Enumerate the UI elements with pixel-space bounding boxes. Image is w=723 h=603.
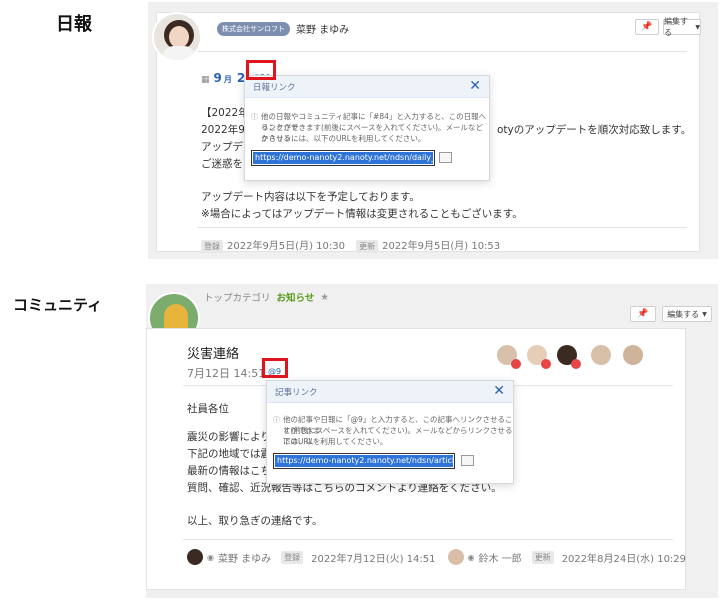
community-panel: トップカテゴリ お知らせ ★ 📌 編集する ▼ 災害連絡 7月12日 14:51… <box>146 284 718 598</box>
article-date: 7月12日 14:51 <box>187 367 266 380</box>
close-icon[interactable]: ✕ <box>493 383 505 399</box>
pin-icon: 📌 <box>641 22 653 32</box>
body-line: ※場合によってはアップデート情報は変更されることもございます。 <box>201 208 523 220</box>
highlight-report-id <box>246 60 276 80</box>
reactor-avatar[interactable] <box>623 345 643 365</box>
body-line: 社員各位 <box>187 403 229 415</box>
breadcrumb-category[interactable]: お知らせ <box>277 290 315 304</box>
chevron-down-icon: ▼ <box>695 23 700 31</box>
close-icon[interactable]: ✕ <box>469 78 481 94</box>
created-tag: 登録 <box>281 550 304 564</box>
month-unit: 月 <box>223 75 232 84</box>
url-text: https://demo-nanoty2.nanoty.net/ndsn/dai… <box>253 152 435 164</box>
popup-note-line: クさせるには、以下のURLを利用してください。 <box>261 134 426 143</box>
breadcrumb-top[interactable]: トップカテゴリ <box>204 290 271 304</box>
daily-meta: 登録 2022年9月5日(月) 10:30 更新 2022年9月5日(月) 10:5… <box>201 237 500 253</box>
header-divider <box>197 51 687 52</box>
date-month: 9 <box>213 71 222 85</box>
body-line-tail: otyのアップデートを順次対応致します。 <box>497 124 692 136</box>
body-line: 下記の地域では震 <box>187 448 271 460</box>
highlight-article-id <box>262 358 288 378</box>
meta-editor[interactable]: 鈴木 一郎 <box>479 550 522 565</box>
daily-link-popup: 日報リンク ✕ ⓘ 他の日報やコミュニティ記事に「#84」と入力すると、この日報… <box>244 75 490 181</box>
popup-header: 日報リンク ✕ <box>245 76 489 98</box>
reaction-badge-icon <box>541 359 551 369</box>
reaction-badge-icon <box>511 359 521 369</box>
star-icon[interactable]: ★ <box>320 292 329 303</box>
edit-button[interactable]: 編集する ▼ <box>662 306 712 322</box>
url-text: https://demo-nanoty2.nanoty.net/ndsn/art… <box>275 455 455 467</box>
updated-time: 2022年8月24日(水) 10:29 <box>561 553 687 565</box>
meta-divider <box>183 539 673 540</box>
bell-icon <box>164 304 188 330</box>
meta-divider <box>197 227 687 228</box>
edit-button[interactable]: 編集する ▼ <box>663 17 701 37</box>
chevron-down-icon: ▼ <box>702 310 707 318</box>
section-label-daily: 日報 <box>56 14 92 35</box>
updated-tag: 更新 <box>531 550 554 564</box>
created-tag: 登録 <box>201 240 223 253</box>
reactor-avatar[interactable] <box>591 345 611 365</box>
popup-title: 記事リンク <box>275 388 318 398</box>
body-line: 以上、取り急ぎの連絡です。 <box>187 515 323 527</box>
pin-button[interactable]: 📌 <box>630 306 656 322</box>
created-time: 2022年7月12日(火) 14:51 <box>311 553 436 565</box>
meta-author[interactable]: 菜野 まゆみ <box>218 550 271 565</box>
reaction-badge-icon <box>571 359 581 369</box>
article-title: 災害連絡 <box>187 347 240 362</box>
author-avatar-small[interactable] <box>187 549 203 565</box>
popup-header: 記事リンク ✕ <box>267 381 513 403</box>
community-meta: ◉ 菜野 まゆみ 登録 2022年7月12日(火) 14:51 ◉ 鈴木 一郎 … <box>187 549 686 565</box>
body-line: 最新の情報はこち <box>187 465 271 477</box>
calendar-icon: ▦ <box>201 75 210 85</box>
info-icon: ⓘ <box>273 416 280 424</box>
info-icon: ⓘ <box>251 113 258 121</box>
pin-icon: 📌 <box>637 309 649 319</box>
user-icon: ◉ <box>207 552 214 562</box>
updated-tag: 更新 <box>356 240 379 253</box>
popup-title: 日報リンク <box>253 83 296 93</box>
author-name[interactable]: 菜野 まゆみ <box>296 21 349 36</box>
popup-note-line: 下のURLを利用してください。 <box>283 437 388 446</box>
company-badge: 株式会社サンロフト <box>217 21 290 36</box>
author-avatar[interactable] <box>152 12 202 62</box>
updated-time: 2022年9月5日(月) 10:53 <box>382 241 501 252</box>
section-label-community: コミュニティ <box>13 296 103 314</box>
url-field[interactable]: https://demo-nanoty2.nanoty.net/ndsn/dai… <box>251 150 435 166</box>
editor-avatar-small[interactable] <box>447 549 464 565</box>
external-link-icon[interactable] <box>439 152 452 163</box>
daily-panel: 株式会社サンロフト 菜野 まゆみ 📌 編集する ▼ ▦ 9 月 2 日 #84 … <box>148 2 718 259</box>
external-link-icon[interactable] <box>461 455 474 466</box>
body-line: アップデート内容は以下を予定しております。 <box>201 191 420 203</box>
created-time: 2022年9月5日(月) 10:30 <box>227 241 345 252</box>
article-link-popup: 記事リンク ✕ ⓘ 他の記事や日報に「@9」と入力すると、この記事へリンクさせる… <box>266 380 514 484</box>
url-field[interactable]: https://demo-nanoty2.nanoty.net/ndsn/art… <box>273 453 455 469</box>
user-icon: ◉ <box>467 552 475 562</box>
pin-button[interactable]: 📌 <box>635 19 659 35</box>
